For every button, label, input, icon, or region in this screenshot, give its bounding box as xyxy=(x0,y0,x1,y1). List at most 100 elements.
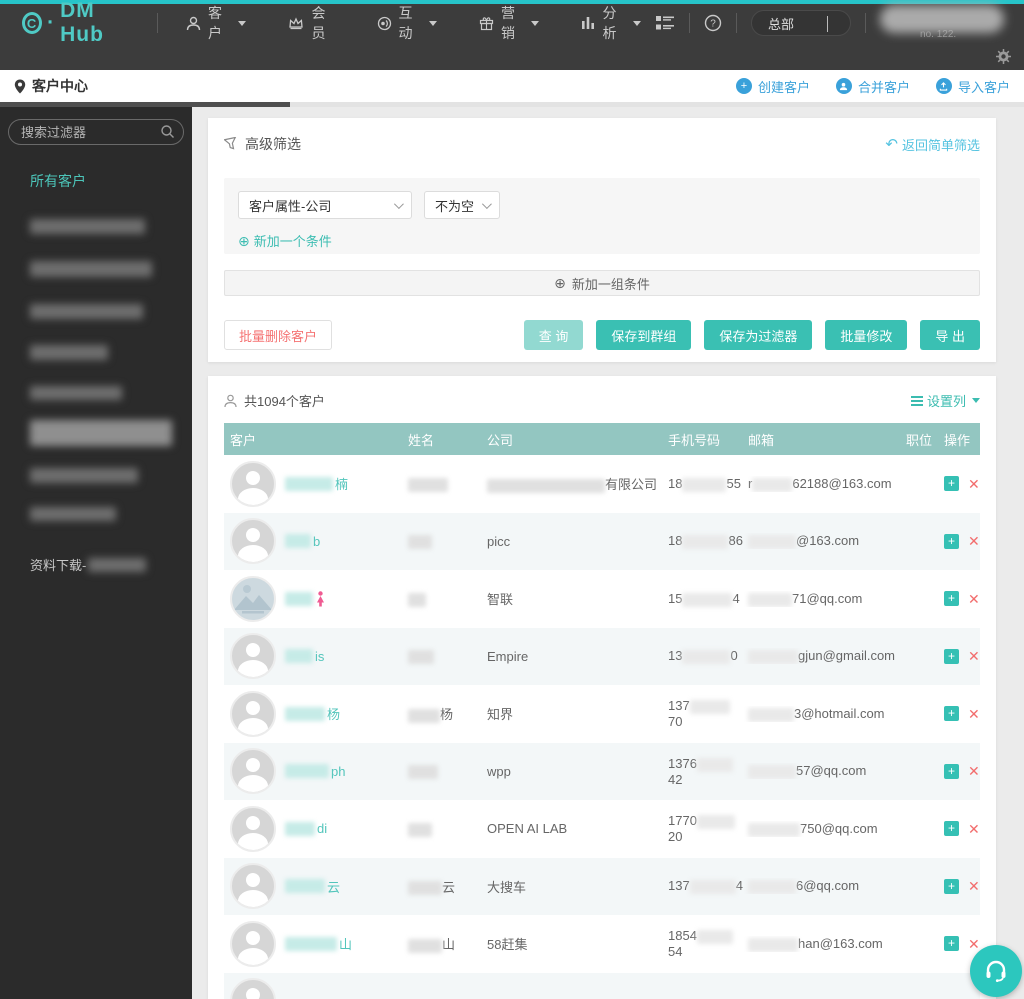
support-chat-button[interactable] xyxy=(970,945,1022,997)
save-as-filter-button[interactable]: 保存为过滤器 xyxy=(704,320,813,350)
batch-edit-button[interactable]: 批量修改 xyxy=(825,320,908,350)
set-columns-button[interactable]: 设置列 xyxy=(910,391,980,410)
add-condition-group-button[interactable]: ⊕ 新加一组条件 xyxy=(224,270,980,296)
avatar xyxy=(230,690,276,737)
back-to-simple-filter-link[interactable]: ↶ 返回简单筛选 xyxy=(885,135,980,154)
remove-row-button[interactable]: ✕ xyxy=(968,592,980,606)
merge-customer-button[interactable]: 合并客户 xyxy=(835,77,910,96)
table-row[interactable]: di OPEN AI LAB 177020 750@qq.com + ✕ xyxy=(224,800,980,858)
add-to-group-button[interactable]: + xyxy=(944,648,959,664)
col-header-customer: 客户 xyxy=(230,432,257,448)
table-row[interactable]: 智联 15 4 71@qq.com + ✕ xyxy=(224,570,980,628)
customer-name[interactable]: ph xyxy=(285,764,345,779)
customer-name[interactable]: di xyxy=(285,821,327,836)
remove-row-button[interactable]: ✕ xyxy=(968,822,980,836)
nav-item-members[interactable]: 会员 xyxy=(274,3,348,43)
customer-name[interactable]: 山 xyxy=(285,934,352,953)
table-row[interactable]: 杨 杨 知界 13770 3@hotmail.com + ✕ xyxy=(224,685,980,743)
nav-item-analytics[interactable]: 分析 xyxy=(567,3,655,43)
field-select[interactable]: 客户属性-公司 xyxy=(238,191,412,219)
gear-icon[interactable] xyxy=(995,48,1012,65)
table-row[interactable]: ph wpp 137642 57@qq.com + ✕ xyxy=(224,742,980,800)
person-circle-icon xyxy=(835,78,852,94)
remove-row-button[interactable]: ✕ xyxy=(968,649,980,663)
col-header-phone: 手机号码 xyxy=(668,432,721,448)
query-button[interactable]: 查 询 xyxy=(523,320,584,350)
help-icon[interactable]: ? xyxy=(704,14,722,32)
org-selector[interactable]: 总部 xyxy=(751,10,852,36)
table-row[interactable]: 楠 有限公司 18 55 r 62188@163.com + ✕ xyxy=(224,455,980,513)
avatar-image xyxy=(230,575,276,622)
merge-customer-label: 合并客户 xyxy=(857,79,910,95)
add-to-group-button[interactable]: + xyxy=(944,591,959,607)
export-button[interactable]: 导 出 xyxy=(920,320,980,350)
sidebar-item-redacted[interactable] xyxy=(30,420,172,446)
save-to-group-button[interactable]: 保存到群组 xyxy=(596,320,692,350)
search-input[interactable] xyxy=(8,119,184,145)
app-window: C · DM Hub 客户 会员 互动 营销 分析 ? 总部 no. 122. … xyxy=(0,0,1024,999)
sidebar-item-redacted[interactable] xyxy=(30,345,108,360)
create-customer-button[interactable]: + 创建客户 xyxy=(735,77,810,96)
import-customer-button[interactable]: 导入客户 xyxy=(935,77,1010,96)
add-to-group-button[interactable]: + xyxy=(944,878,959,894)
customer-name[interactable]: is xyxy=(285,649,324,664)
remove-row-button[interactable]: ✕ xyxy=(968,477,980,491)
cell-name xyxy=(404,533,482,550)
customer-name[interactable]: 楠 xyxy=(285,474,348,493)
add-to-group-button[interactable]: + xyxy=(944,476,959,492)
sidebar-item-redacted[interactable] xyxy=(30,507,116,521)
customer-name[interactable]: b xyxy=(285,534,320,549)
customer-table-panel: 共1094个客户 设置列 客户 姓名 公司 手机号码 邮箱 职位 操作 楠 有限… xyxy=(208,376,996,999)
add-to-group-button[interactable]: + xyxy=(944,936,959,952)
remove-row-button[interactable]: ✕ xyxy=(968,534,980,548)
sidebar-item-redacted[interactable] xyxy=(30,468,138,483)
add-condition-label: 新加一个条件 xyxy=(253,234,332,249)
sidebar-item-redacted[interactable] xyxy=(30,386,122,400)
cell-phone: 177020 xyxy=(664,813,744,844)
cell-company: picc xyxy=(487,533,511,549)
divider xyxy=(736,13,738,33)
main-content: 高级筛选 ↶ 返回简单筛选 客户属性-公司 不为空 ⊕ 新加一个条件 ⊕ 新加一… xyxy=(192,107,1024,999)
sidebar-item-all-customers[interactable]: 所有客户 xyxy=(30,171,192,191)
customer-name[interactable]: 杨 xyxy=(285,704,340,723)
sidebar-item-redacted[interactable] xyxy=(30,261,152,277)
person-icon xyxy=(224,394,237,408)
table-row[interactable]: is Empire 13 0 gjun@gmail.com + ✕ xyxy=(224,627,980,685)
nav-item-engagement[interactable]: 互动 xyxy=(363,3,451,43)
task-list-icon[interactable] xyxy=(655,14,675,32)
nav-item-marketing[interactable]: 营销 xyxy=(465,3,553,43)
customer-name[interactable]: 云 xyxy=(285,877,340,896)
cell-phone: 13 0 xyxy=(668,648,738,665)
table-row-partial[interactable] xyxy=(224,972,980,999)
cell-phone: 18 86 xyxy=(668,533,743,550)
remove-row-button[interactable]: ✕ xyxy=(968,937,980,951)
user-menu[interactable]: no. 122. xyxy=(880,3,1010,43)
cell-email: 57@qq.com xyxy=(744,763,898,780)
add-to-group-button[interactable]: + xyxy=(944,763,959,779)
nav-item-customers[interactable]: 客户 xyxy=(172,3,260,43)
remove-row-button[interactable]: ✕ xyxy=(968,879,980,893)
plus-circle-icon: ⊕ xyxy=(554,275,566,291)
batch-delete-button[interactable]: 批量删除客户 xyxy=(224,320,333,350)
table-row[interactable]: 云 云 大搜车 137 4 6@qq.com + ✕ xyxy=(224,857,980,915)
remove-row-button[interactable]: ✕ xyxy=(968,764,980,778)
cell-phone: 137 4 xyxy=(668,878,743,895)
add-to-group-button[interactable]: + xyxy=(944,533,959,549)
table-row[interactable]: 山 山 58赶集 185454 han@163.com + ✕ xyxy=(224,915,980,973)
app-logo[interactable]: C · DM Hub xyxy=(0,0,157,47)
gift-icon xyxy=(479,16,494,31)
customer-name[interactable] xyxy=(285,591,326,607)
table-row[interactable]: b picc 18 86 @163.com + ✕ xyxy=(224,512,980,570)
operator-select[interactable]: 不为空 xyxy=(424,191,501,219)
avatar xyxy=(230,460,276,507)
sidebar-item-redacted[interactable] xyxy=(30,304,143,319)
remove-row-button[interactable]: ✕ xyxy=(968,707,980,721)
add-to-group-button[interactable]: + xyxy=(944,706,959,722)
cell-email: 3@hotmail.com xyxy=(744,706,898,722)
cell-email: r 62188@163.com xyxy=(748,475,892,492)
add-condition-link[interactable]: ⊕ 新加一个条件 xyxy=(238,231,332,250)
cell-name xyxy=(404,476,482,492)
sidebar-item-redacted[interactable] xyxy=(30,219,145,234)
sidebar-item-download[interactable]: 资料下载- xyxy=(30,555,192,574)
add-to-group-button[interactable]: + xyxy=(944,821,959,837)
